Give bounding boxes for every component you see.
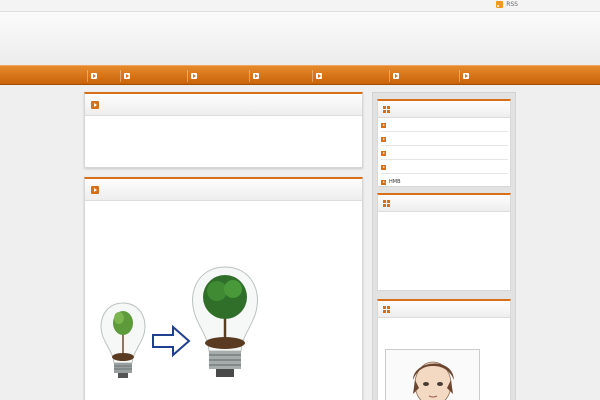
widget-item-label: HMB (389, 179, 401, 185)
rss-link[interactable]: RSS (496, 1, 518, 8)
arrow-box-icon (91, 186, 99, 194)
arrow-box-icon (381, 179, 386, 185)
comment-link[interactable] (384, 258, 489, 265)
arrow-box-icon (381, 137, 386, 142)
widget-list-item[interactable] (381, 148, 508, 160)
nav-item-label (402, 73, 457, 80)
widget-list-item[interactable] (381, 162, 508, 174)
nav-item-label (133, 73, 188, 80)
post-title (104, 100, 354, 110)
widget-title (394, 200, 494, 208)
arrow-box-icon (463, 73, 469, 79)
widget-title (394, 306, 494, 314)
arrow-box-icon (91, 101, 99, 109)
comment-link[interactable] (384, 245, 474, 252)
widget-title (394, 106, 494, 114)
nav-item-2[interactable] (120, 70, 188, 82)
widget-item-label (389, 165, 451, 171)
nav-item-4[interactable] (249, 70, 317, 82)
avatar (385, 349, 480, 400)
arrow-box-icon (393, 73, 399, 79)
arrow-box-icon (191, 73, 197, 79)
arrow-box-icon (381, 123, 386, 128)
rss-label: RSS (506, 1, 518, 8)
nav-item-label (325, 73, 388, 80)
post-card-intro (84, 92, 363, 168)
site-header (0, 12, 600, 65)
profile-text-line (384, 323, 454, 330)
post-text-line (94, 140, 184, 148)
large-bulb (192, 266, 258, 377)
main-content (84, 92, 363, 400)
nav-item-label (262, 73, 317, 80)
arrow-box-icon (316, 73, 322, 79)
widget-header (378, 301, 510, 318)
comment-link[interactable] (384, 232, 504, 239)
comment-link[interactable] (384, 219, 479, 226)
small-bulb (100, 302, 146, 378)
main-nav (0, 65, 600, 85)
avatar-illustration (413, 361, 454, 400)
post-text-line (94, 213, 314, 221)
lightbulb-tree-illustration (100, 266, 258, 378)
nav-item-label (100, 73, 122, 80)
arrow-box-icon (253, 73, 259, 79)
arrow-box-icon (381, 151, 386, 156)
grid-icon (383, 306, 390, 313)
widget-item-label (389, 137, 434, 143)
post-text-line (94, 128, 294, 136)
widget-item-label (389, 123, 469, 129)
sidebar: HMB (372, 92, 516, 400)
widget-list-item[interactable]: HMB (381, 176, 508, 188)
post-card-article (84, 177, 363, 400)
widget-header (378, 195, 510, 212)
top-bar: RSS (0, 0, 600, 12)
grid-icon (383, 200, 390, 207)
widget-list-item[interactable] (381, 134, 508, 146)
widget-header (378, 101, 510, 118)
site-title[interactable] (84, 27, 224, 40)
arrow-box-icon (124, 73, 130, 79)
comment-link[interactable] (384, 283, 472, 290)
widget-profile (377, 299, 511, 400)
post-header (85, 179, 362, 201)
nav-item-3[interactable] (187, 70, 250, 82)
nav-item-6[interactable] (389, 70, 457, 82)
site-description (84, 44, 244, 52)
nav-item-5[interactable] (312, 70, 388, 82)
post-header (85, 94, 362, 116)
rss-icon (496, 1, 504, 8)
arrow-box-icon (91, 73, 97, 79)
arrow-box-icon (381, 165, 386, 170)
nav-item-7[interactable] (459, 70, 492, 82)
nav-item-label (200, 73, 250, 80)
profile-text-line (384, 339, 502, 346)
comment-link[interactable] (384, 271, 459, 278)
widget-item-label (389, 151, 464, 157)
widget-recent-posts: HMB (377, 99, 511, 187)
grid-icon (383, 106, 390, 113)
post-title[interactable] (104, 185, 354, 195)
widget-recent-comments (377, 193, 511, 291)
widget-list-item[interactable] (381, 120, 508, 132)
profile-text-line (384, 331, 502, 338)
arrow-right-icon (152, 324, 191, 358)
nav-item-home[interactable] (87, 70, 122, 82)
nav-item-label (472, 73, 492, 80)
